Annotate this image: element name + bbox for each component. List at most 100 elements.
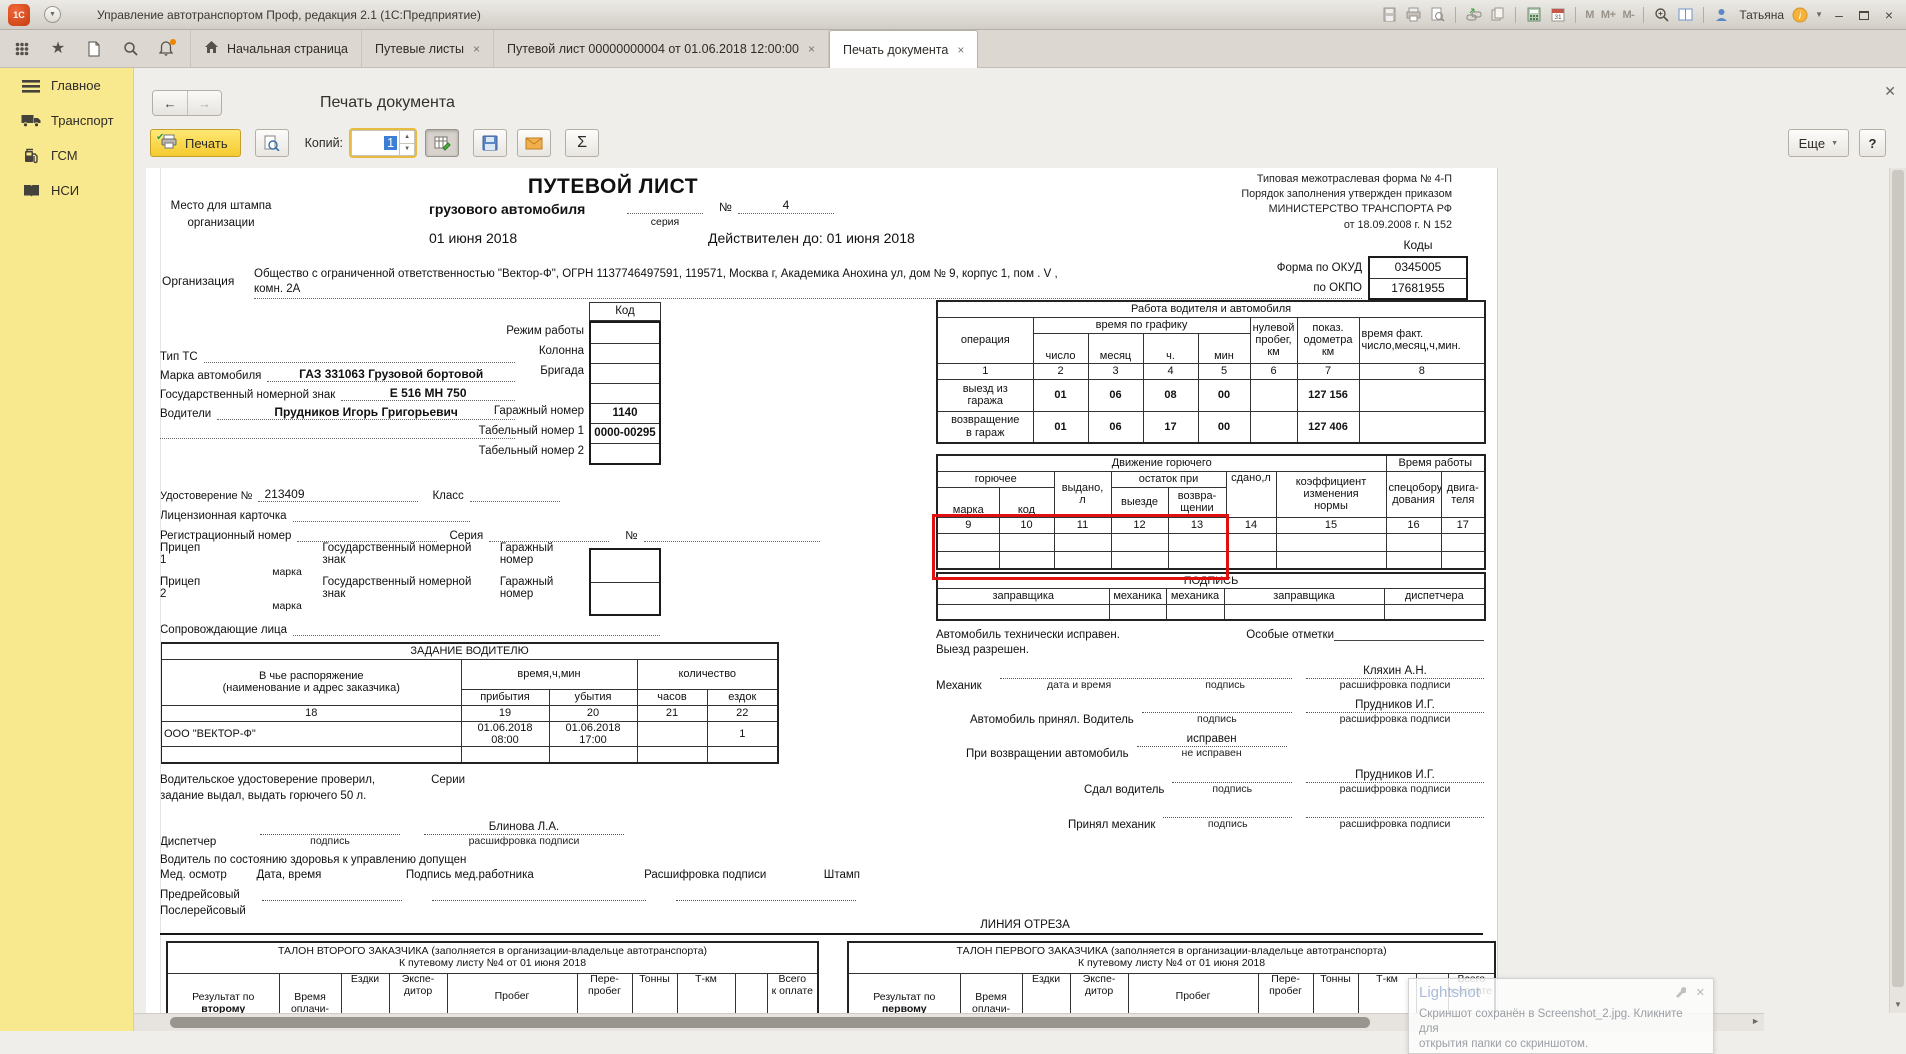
license-number-value: 213409 xyxy=(258,487,418,502)
scroll-right-icon[interactable]: ► xyxy=(1751,1016,1760,1026)
preview-icon[interactable] xyxy=(1429,6,1446,23)
main-menu-button[interactable]: ▼ xyxy=(44,6,61,23)
all-sections-icon[interactable] xyxy=(12,39,32,59)
tab-home[interactable]: Начальная страница xyxy=(190,30,362,67)
chevron-down-icon[interactable]: ▼ xyxy=(1815,10,1823,19)
table-row: выезд из гаража01060800127 156 xyxy=(937,379,1485,411)
mechanic-accepted-row: Принял механик подпись расшифровка подпи… xyxy=(936,804,1484,831)
step-up-icon[interactable]: ▲ xyxy=(400,131,414,144)
help-button[interactable]: ? xyxy=(1859,129,1886,157)
document-viewport: Место для штампаорганизации ПУТЕВОЙ ЛИСТ… xyxy=(134,168,1889,1013)
horizontal-scrollbar-thumb[interactable] xyxy=(170,1017,1370,1028)
dispatcher-row: Диспетчер подпись Блинова Л.А.расшифровк… xyxy=(160,820,640,848)
fuel-icon xyxy=(20,146,42,166)
form-note: Типовая межотраслевая форма № 4-ППорядок… xyxy=(1112,172,1452,233)
close-window-button[interactable]: × xyxy=(1880,7,1898,23)
print-preview-button[interactable] xyxy=(255,129,289,157)
customer-coupons: ТАЛОН ВТОРОГО ЗАКАЗЧИКА (заполняется в о… xyxy=(146,935,1497,1013)
return-condition-row: При возвращении автомобиль исправенне ис… xyxy=(936,732,1484,760)
tab-waybills-list[interactable]: Путевые листы× xyxy=(362,30,494,67)
close-tab-icon[interactable]: × xyxy=(957,43,964,57)
print-icon[interactable] xyxy=(1405,6,1422,23)
doc-subtitle: грузового автомобиля xyxy=(429,201,585,217)
mechanic-name: Кляхин А.Н. xyxy=(1306,664,1484,679)
info-icon[interactable]: i xyxy=(1791,6,1808,23)
lightshot-notification[interactable]: Lightshot ✕ Скриншот сохранён в Screensh… xyxy=(1408,978,1714,1054)
menu-icon xyxy=(20,76,42,96)
tab-label: Путевой лист 00000000004 от 01.06.2018 1… xyxy=(507,42,799,56)
window-title: Управление автотранспортом Проф, редакци… xyxy=(97,8,481,22)
close-page-icon[interactable]: ✕ xyxy=(1884,84,1896,98)
sidebar-item-label: Главное xyxy=(51,78,101,93)
sidebar-item-transport[interactable]: Транспорт xyxy=(0,103,133,138)
forward-button[interactable]: → xyxy=(187,91,221,115)
separator xyxy=(1515,7,1516,23)
tab-print-document[interactable]: Печать документа× xyxy=(829,30,978,68)
notification-close-icon[interactable]: ✕ xyxy=(1696,986,1705,1001)
page-title: Печать документа xyxy=(320,94,455,112)
sidebar-item-main[interactable]: Главное xyxy=(0,68,133,103)
truck-icon xyxy=(20,111,42,131)
window-titlebar: 1С ▼ Управление автотранспортом Проф, ре… xyxy=(0,0,1906,30)
close-tab-icon[interactable]: × xyxy=(473,42,480,56)
copy-link-icon[interactable] xyxy=(1489,6,1506,23)
health-line: Водитель по состоянию здоровья к управле… xyxy=(160,854,860,866)
scroll-down-icon[interactable]: ▼ xyxy=(1890,1000,1906,1009)
trips-value: 1 xyxy=(707,721,778,747)
calendar-icon[interactable]: 31 xyxy=(1549,6,1566,23)
send-email-button[interactable] xyxy=(517,129,551,157)
close-tab-icon[interactable]: × xyxy=(808,42,815,56)
save-icon[interactable] xyxy=(1381,6,1398,23)
edit-table-toggle-button[interactable] xyxy=(425,129,459,157)
memory-subtract-button[interactable]: M- xyxy=(1623,9,1635,21)
history-icon[interactable] xyxy=(84,39,104,59)
doc-date: 01 июня 2018 xyxy=(429,230,517,246)
vertical-scrollbar[interactable]: ▼ xyxy=(1889,168,1906,1013)
search-icon[interactable] xyxy=(120,39,140,59)
notification-text: Скриншот сохранён в Screenshot_2.jpg. Кл… xyxy=(1419,1007,1705,1052)
minimize-button[interactable]: – xyxy=(1830,7,1848,23)
table-row: ООО "ВЕКТОР-Ф"01.06.2018 08:0001.06.2018… xyxy=(161,721,778,747)
step-down-icon[interactable]: ▼ xyxy=(400,144,414,156)
okud-value: 0345005 xyxy=(1370,258,1466,278)
print-button[interactable]: ✔ Печать xyxy=(150,129,241,157)
memory-recall-button[interactable]: M xyxy=(1585,9,1594,21)
save-button[interactable] xyxy=(473,129,507,157)
book-icon xyxy=(20,181,42,201)
maximize-button[interactable] xyxy=(1855,7,1873,23)
stepper-arrows[interactable]: ▲▼ xyxy=(399,131,414,155)
link-icon[interactable] xyxy=(1465,6,1482,23)
vertical-scrollbar-thumb[interactable] xyxy=(1892,170,1904,987)
split-window-icon[interactable] xyxy=(1677,6,1694,23)
codes-label: Коды xyxy=(1368,238,1468,252)
zoom-icon[interactable] xyxy=(1653,6,1670,23)
org-label: Организация xyxy=(162,274,234,288)
current-user[interactable]: Татьяна xyxy=(1739,8,1784,22)
cut-line: ЛИНИЯ ОТРЕЗА xyxy=(160,919,1483,935)
sigma-icon: Σ xyxy=(577,134,587,152)
tab-waybill-document[interactable]: Путевой лист 00000000004 от 01.06.2018 1… xyxy=(494,30,829,67)
driver-task-table: ЗАДАНИЕ ВОДИТЕЛЮ В чье распоряжение (наи… xyxy=(160,642,779,764)
org-value: Общество с ограниченной ответственностью… xyxy=(254,267,1362,299)
mechanic-row: Механик дата и времяподпись Кляхин А.Н.р… xyxy=(936,664,1484,692)
red-highlight-box xyxy=(932,514,1229,580)
notifications-icon[interactable] xyxy=(156,39,176,59)
more-button[interactable]: Еще▼ xyxy=(1788,129,1849,157)
calculator-icon[interactable] xyxy=(1525,6,1542,23)
personnel-number-1-value: 0000-00295 xyxy=(591,423,659,443)
sum-button[interactable]: Σ xyxy=(565,129,599,157)
memory-add-button[interactable]: M+ xyxy=(1601,9,1616,21)
sidebar-item-nsi[interactable]: НСИ xyxy=(0,173,133,208)
driver-handed-row: Сдал водитель подпись Прудников И.Г.расш… xyxy=(936,768,1484,796)
sidebar-item-label: Транспорт xyxy=(51,113,114,128)
accompanying-row: Сопровождающие лица xyxy=(160,618,660,636)
driver-short-name: Прудников И.Г. xyxy=(1306,768,1484,783)
notification-settings-icon[interactable] xyxy=(1674,986,1686,1001)
toolbar: ✔ Печать Копий: 1 ▲▼ Σ Еще▼ ? xyxy=(150,126,1886,160)
copies-stepper[interactable]: 1 ▲▼ xyxy=(351,130,415,156)
separator xyxy=(1703,7,1704,23)
print-button-label: Печать xyxy=(185,136,228,151)
favorites-icon[interactable]: ★ xyxy=(48,39,68,59)
sidebar-item-fuel[interactable]: ГСМ xyxy=(0,138,133,173)
back-button[interactable]: ← xyxy=(153,91,187,115)
